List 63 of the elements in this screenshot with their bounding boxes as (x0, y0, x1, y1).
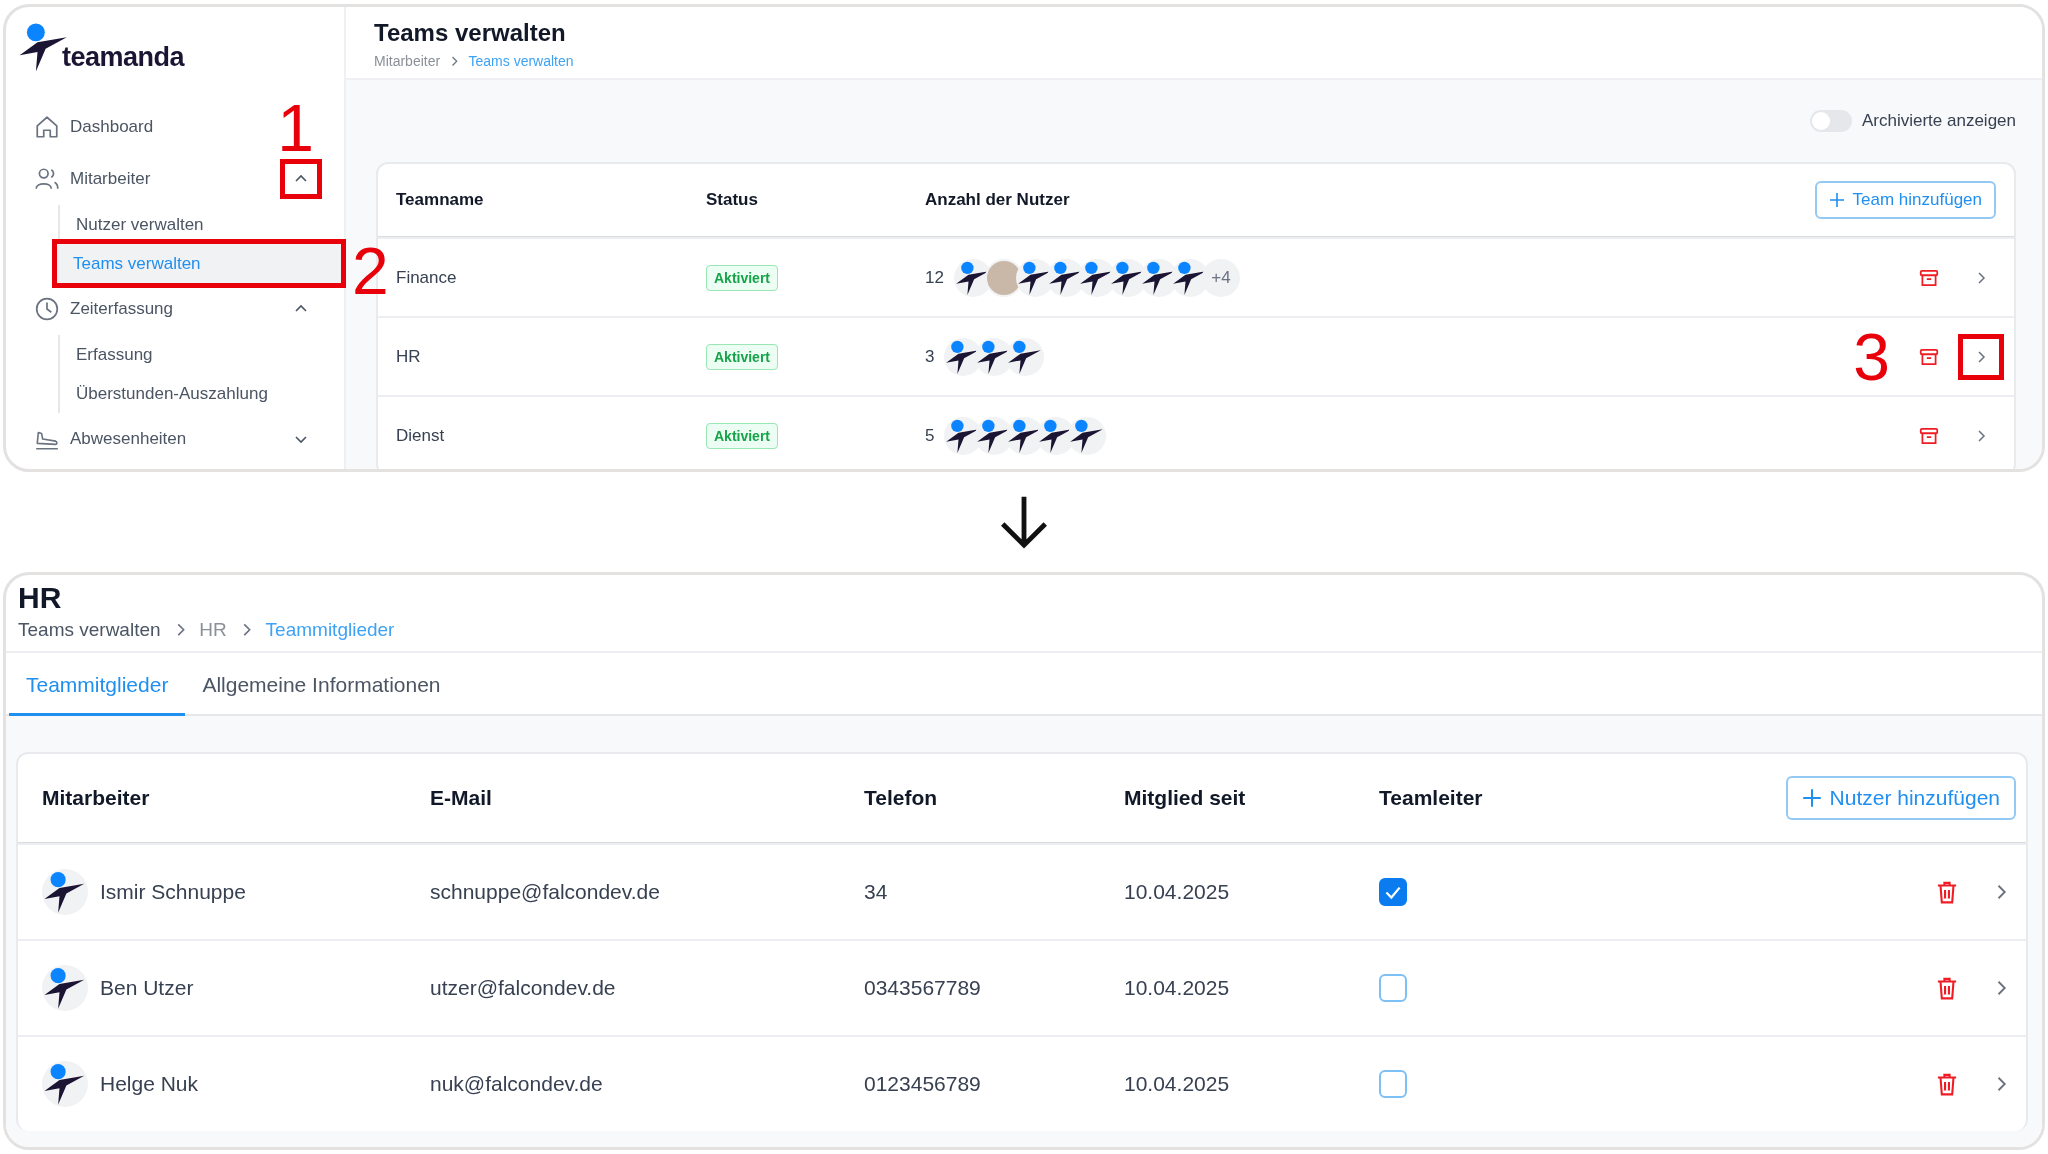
checkbox[interactable] (1379, 974, 1407, 1002)
toggle-label: Archivierte anzeigen (1861, 111, 2016, 131)
step-number: 3 (1853, 323, 1890, 390)
sidebar-item[interactable]: Abwesenheiten (18, 426, 187, 452)
table-cell: Ben Utzer (100, 976, 194, 1000)
table-cell-text: HR (396, 346, 422, 367)
table-cell: Ismir Schnuppe (100, 880, 246, 904)
column-header: Teamleiter (1379, 786, 1484, 810)
sidebar-item[interactable]: Dashboard (18, 114, 154, 140)
avatar-icon (1068, 416, 1107, 455)
logo-text: teamanda (62, 42, 185, 73)
home-icon (34, 114, 60, 140)
breadcrumb-link[interactable]: Teams verwalten (18, 619, 161, 641)
sidebar-subitem[interactable]: Erfassung (60, 335, 316, 374)
step-number: 2 (352, 238, 389, 304)
page-title: Teams verwalten (374, 19, 567, 47)
users-icon (34, 166, 60, 192)
table-cell-text: utzer@falcondev.de (430, 976, 617, 1000)
checkbox[interactable] (1379, 1070, 1407, 1098)
column-header: E-Mail (430, 786, 493, 810)
chevron-icon[interactable] (280, 159, 322, 199)
status-badge: Aktiviert (706, 422, 779, 449)
table-cell: Helge Nuk (100, 1072, 199, 1096)
step-number: 1 (277, 95, 314, 161)
table-cell-text: 34 (864, 880, 889, 904)
page-title: HR (18, 581, 63, 615)
sidebar-item[interactable]: Zeiterfassung (18, 296, 173, 322)
table-cell-text: nuk@falcondev.de (430, 1072, 604, 1096)
table-cell-text: 10.04.2025 (1124, 880, 1231, 904)
column-header: Teamname (396, 190, 485, 210)
clock-icon (34, 296, 60, 322)
avatar-icon (1006, 337, 1045, 376)
column-header: Telefon (864, 786, 939, 810)
avatar-icon (42, 965, 88, 1011)
user-count: 5 (925, 425, 935, 446)
table-cell-text: 10.04.2025 (1124, 1072, 1231, 1096)
status-badge: Aktiviert (706, 264, 779, 291)
column-header: Status (706, 190, 759, 210)
column-header: Mitarbeiter (42, 786, 151, 810)
plus-icon (1801, 788, 1822, 808)
table-cell-text: 0343567789 (864, 976, 982, 1000)
more-count: +4 (1201, 258, 1240, 297)
chevron-right-icon[interactable] (1958, 333, 2004, 380)
avatar-icon (42, 1061, 88, 1107)
avatar-icon (42, 869, 88, 915)
checkbox[interactable] (1379, 878, 1407, 906)
table-cell-text: Dienst (396, 425, 446, 446)
column-header: Anzahl der Nutzer (925, 190, 1071, 210)
toggle-switch[interactable] (1809, 110, 1852, 132)
table-cell-text: schnuppe@falcondev.de (430, 880, 661, 904)
status-badge: Aktiviert (706, 343, 779, 370)
tab[interactable]: Allgemeine Informationen (185, 653, 458, 716)
sidebar-item[interactable]: Mitarbeiter (18, 166, 151, 192)
table-cell-text: 10.04.2025 (1124, 976, 1231, 1000)
table-cell-text: Finance (396, 267, 458, 288)
table-cell-text: 0123456789 (864, 1072, 982, 1096)
sidebar-subitem[interactable]: Überstunden-Auszahlung (60, 374, 316, 413)
user-count: 3 (925, 346, 935, 367)
plus-icon (1828, 192, 1845, 208)
chevron-right-icon (450, 55, 459, 67)
user-count: 12 (925, 267, 944, 288)
sidebar-subitem[interactable]: Nutzer verwalten (60, 205, 316, 244)
column-header: Mitglied seit (1124, 786, 1247, 810)
